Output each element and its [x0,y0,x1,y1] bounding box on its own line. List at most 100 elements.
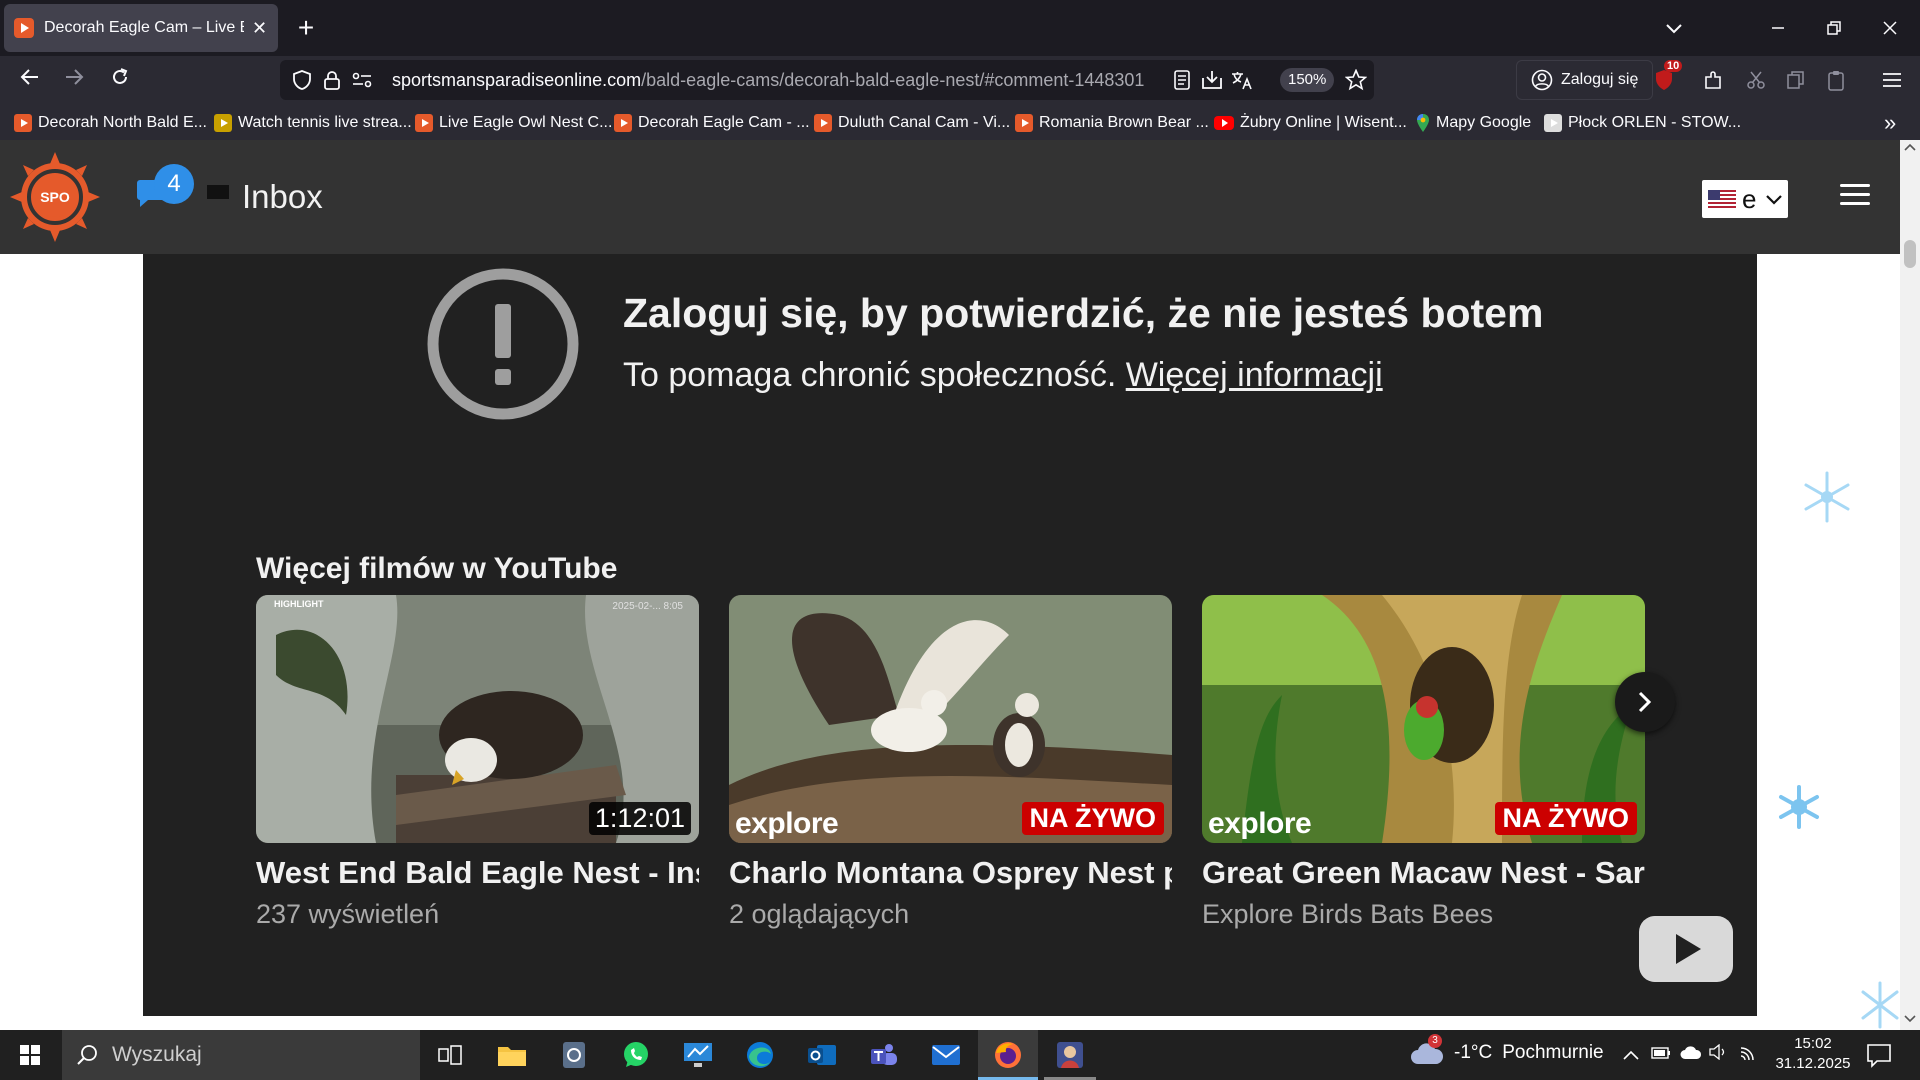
page-scrollbar[interactable] [1900,140,1920,1030]
task-view-icon[interactable] [420,1030,480,1080]
teams-icon[interactable] [854,1030,914,1080]
highlight-tag: HIGHLIGHT [274,599,324,609]
ublock-extension-icon[interactable]: 10 [1652,60,1683,92]
extensions-puzzle-icon[interactable] [1702,68,1726,92]
notifications-icon[interactable] [1866,1042,1892,1068]
whatsapp-icon[interactable] [606,1030,666,1080]
bookmark-label: Duluth Canal Cam - Vi... [838,114,1011,131]
account-login-button[interactable]: Zaloguj się [1516,60,1654,100]
video-card[interactable]: explore NA ŻYWO Great Green Macaw Nest -… [1202,595,1645,930]
scrollbar-thumb[interactable] [1904,240,1916,268]
bookmark-item[interactable]: Duluth Canal Cam - Vi... [814,112,1010,134]
youtube-favicon-icon [1214,116,1234,130]
video-thumbnail[interactable]: HIGHLIGHT 2025-02-... 8:05 1:12:01 [256,595,699,843]
game-app-icon[interactable] [1040,1030,1100,1080]
battery-icon[interactable] [1650,1044,1672,1066]
edge-browser-icon[interactable] [730,1030,790,1080]
us-flag-icon [1708,190,1736,208]
lock-icon[interactable] [320,68,344,92]
site-favicon-icon [14,18,34,38]
bookmark-label: Mapy Google [1436,114,1532,131]
remote-desktop-icon[interactable] [668,1030,728,1080]
bookmark-item[interactable]: Mapy Google [1416,112,1531,134]
scroll-down-arrow-icon[interactable] [1904,1014,1916,1027]
snowflake-decoration-icon [1860,980,1900,1030]
spo-logo[interactable]: SPO [10,150,100,244]
list-all-tabs-icon[interactable] [1656,12,1692,44]
site-favicon-icon [1544,114,1562,132]
close-window-icon[interactable] [1872,12,1908,44]
site-permissions-icon[interactable] [350,68,374,92]
mail-icon[interactable] [916,1030,976,1080]
site-favicon-icon [614,114,632,132]
bookmark-label: Decorah North Bald E... [38,114,207,131]
forward-arrow-icon[interactable] [58,64,90,96]
file-explorer-icon[interactable] [482,1030,542,1080]
account-icon [1531,69,1553,91]
youtube-embed: Zaloguj się, by potwierdzić, że nie jest… [143,254,1757,1016]
url-domain: sportsmansparadiseonline.com [392,70,642,90]
close-tab-icon[interactable]: ✕ [252,18,267,39]
browser-tab-active[interactable]: Decorah Eagle Cam – Live Bald ✕ [4,4,278,52]
cut-icon[interactable] [1744,68,1768,92]
restore-window-icon[interactable] [1816,12,1852,44]
video-card[interactable]: explore NA ŻYWO Charlo Montana Osprey Ne… [729,595,1172,930]
reload-icon[interactable] [104,64,136,96]
bookmark-item[interactable]: Płock ORLEN - STOW... [1544,112,1741,134]
copy-icon[interactable] [1784,68,1808,92]
save-to-pocket-icon[interactable] [1200,68,1224,92]
bookmark-item[interactable]: Watch tennis live strea... [214,112,412,134]
sign-in-warning-title: Zaloguj się, by potwierdzić, że nie jest… [623,290,1544,336]
weather-widget[interactable]: 3 -1°C Pochmurnie [1410,1034,1604,1066]
site-menu-icon[interactable] [1840,184,1870,208]
bookmark-item[interactable]: Decorah North Bald E... [14,112,207,134]
firefox-icon[interactable] [978,1030,1038,1080]
bookmark-item[interactable]: Decorah Eagle Cam - ... [614,112,810,134]
reader-view-icon[interactable] [1170,68,1194,92]
tracking-protection-shield-icon[interactable] [290,68,314,92]
bookmark-item[interactable]: Live Eagle Owl Nest C... [415,112,612,134]
video-title[interactable]: West End Bald Eagle Nest - Inst... [256,855,699,891]
tennis-favicon-icon [214,114,232,132]
translate-icon[interactable] [1230,68,1254,92]
weather-alert-badge: 3 [1428,1034,1442,1048]
video-title[interactable]: Charlo Montana Osprey Nest p... [729,855,1172,891]
video-card[interactable]: HIGHLIGHT 2025-02-... 8:05 1:12:01 West … [256,595,699,930]
outlook-icon[interactable] [792,1030,852,1080]
taskbar-search[interactable]: Wyszukaj [62,1030,420,1080]
more-bookmarks-chevron[interactable]: » [1884,110,1896,135]
show-hidden-icons-chevron-icon[interactable] [1620,1044,1642,1066]
paste-icon[interactable] [1824,68,1848,92]
onedrive-cloud-icon[interactable] [1680,1044,1702,1066]
url-text[interactable]: sportsmansparadiseonline.com/bald-eagle-… [392,70,1144,91]
next-videos-button[interactable] [1615,672,1675,732]
windows-start-icon[interactable] [10,1040,50,1070]
minimize-window-icon[interactable] [1760,12,1796,44]
scroll-up-arrow-icon[interactable] [1904,142,1916,155]
bookmark-label: Watch tennis live strea... [238,114,412,131]
search-icon [76,1044,98,1066]
wifi-icon[interactable] [1738,1044,1760,1066]
url-bar[interactable]: sportsmansparadiseonline.com/bald-eagle-… [280,60,1374,100]
new-tab-button[interactable]: + [290,12,322,44]
more-info-link[interactable]: Więcej informacji [1126,356,1383,394]
app-menu-icon[interactable] [1880,68,1904,92]
video-thumbnail[interactable]: explore NA ŻYWO [729,595,1172,843]
language-value: e [1742,183,1757,214]
video-title[interactable]: Great Green Macaw Nest - Sara... [1202,855,1645,891]
app-icon[interactable] [544,1030,604,1080]
back-arrow-icon[interactable] [14,64,46,96]
zoom-level-badge[interactable]: 150% [1280,68,1335,92]
bookmark-item[interactable]: Romania Brown Bear ... [1015,112,1209,134]
video-thumbnail[interactable]: explore NA ŻYWO [1202,595,1645,843]
speaker-volume-icon[interactable] [1708,1043,1730,1066]
bookmark-star-icon[interactable] [1344,68,1368,92]
more-videos-heading: Więcej filmów w YouTube [256,552,618,585]
youtube-logo-icon[interactable] [1639,916,1733,982]
weather-temperature: -1°C [1454,1042,1493,1063]
system-clock[interactable]: 15:02 31.12.2025 [1768,1034,1858,1074]
bookmark-item[interactable]: Żubry Online | Wisent... [1214,112,1407,134]
notification-count-badge[interactable]: 4 [154,164,194,204]
language-selector[interactable]: e [1702,180,1788,218]
inbox-link[interactable]: Inbox [242,178,323,216]
